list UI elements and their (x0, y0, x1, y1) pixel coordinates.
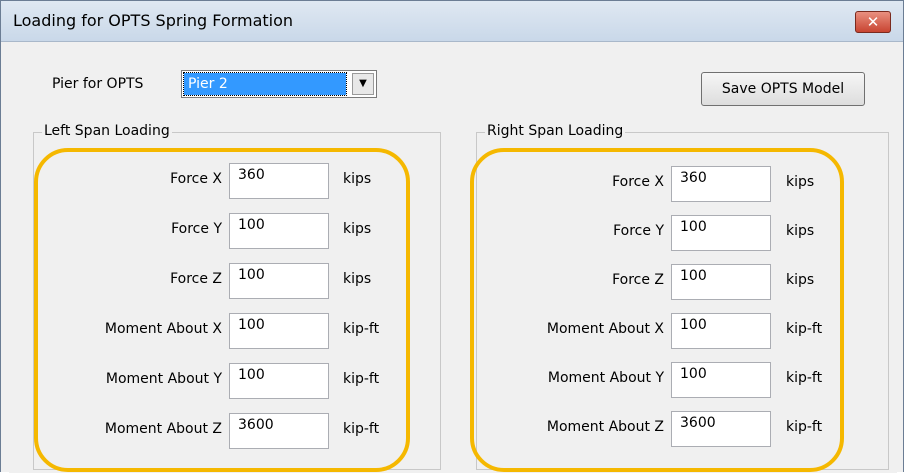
right-value-input[interactable] (671, 166, 771, 202)
right-value-input[interactable] (671, 313, 771, 349)
right-unit-label: kip-ft (786, 370, 823, 386)
right-row-label: Force Z (612, 272, 664, 288)
chevron-down-icon[interactable]: ▼ (352, 73, 374, 95)
right-unit-label: kip-ft (786, 419, 823, 435)
right-row: Moment About X kip-ft (9, 313, 897, 349)
right-row-label: Force Y (613, 223, 664, 239)
left-span-title: Left Span Loading (42, 123, 172, 139)
right-row: Moment About Y kip-ft (9, 362, 897, 398)
right-value-input[interactable] (671, 264, 771, 300)
right-value-input[interactable] (671, 411, 771, 447)
window-title: Loading for OPTS Spring Formation (13, 11, 294, 30)
right-row: Force Z kips (9, 264, 897, 300)
right-span-title: Right Span Loading (485, 123, 626, 139)
right-value-input[interactable] (671, 362, 771, 398)
right-row-label: Moment About X (546, 321, 664, 337)
right-row-label: Moment About Y (547, 370, 664, 386)
title-bar: Loading for OPTS Spring Formation ✕ (1, 1, 903, 42)
right-row: Moment About Z kip-ft (9, 411, 897, 447)
close-icon: ✕ (866, 13, 880, 31)
right-unit-label: kips (786, 223, 815, 239)
right-unit-label: kips (786, 174, 815, 190)
right-unit-label: kip-ft (786, 321, 823, 337)
dialog-window: Loading for OPTS Spring Formation ✕ Pier… (0, 0, 904, 473)
right-row: Force X kips (9, 166, 897, 202)
right-row: Force Y kips (9, 215, 897, 251)
pier-label: Pier for OPTS (52, 76, 144, 92)
right-unit-label: kips (786, 272, 815, 288)
pier-selected-value: Pier 2 (183, 72, 347, 96)
save-opts-model-button[interactable]: Save OPTS Model (701, 72, 865, 106)
dialog-body: Pier for OPTS Pier 2 ▼ Save OPTS Model L… (9, 42, 897, 473)
right-row-label: Moment About Z (546, 419, 664, 435)
right-row-label: Force X (612, 174, 664, 190)
right-value-input[interactable] (671, 215, 771, 251)
pier-select[interactable]: Pier 2 ▼ (181, 70, 377, 98)
close-button[interactable]: ✕ (855, 11, 891, 33)
